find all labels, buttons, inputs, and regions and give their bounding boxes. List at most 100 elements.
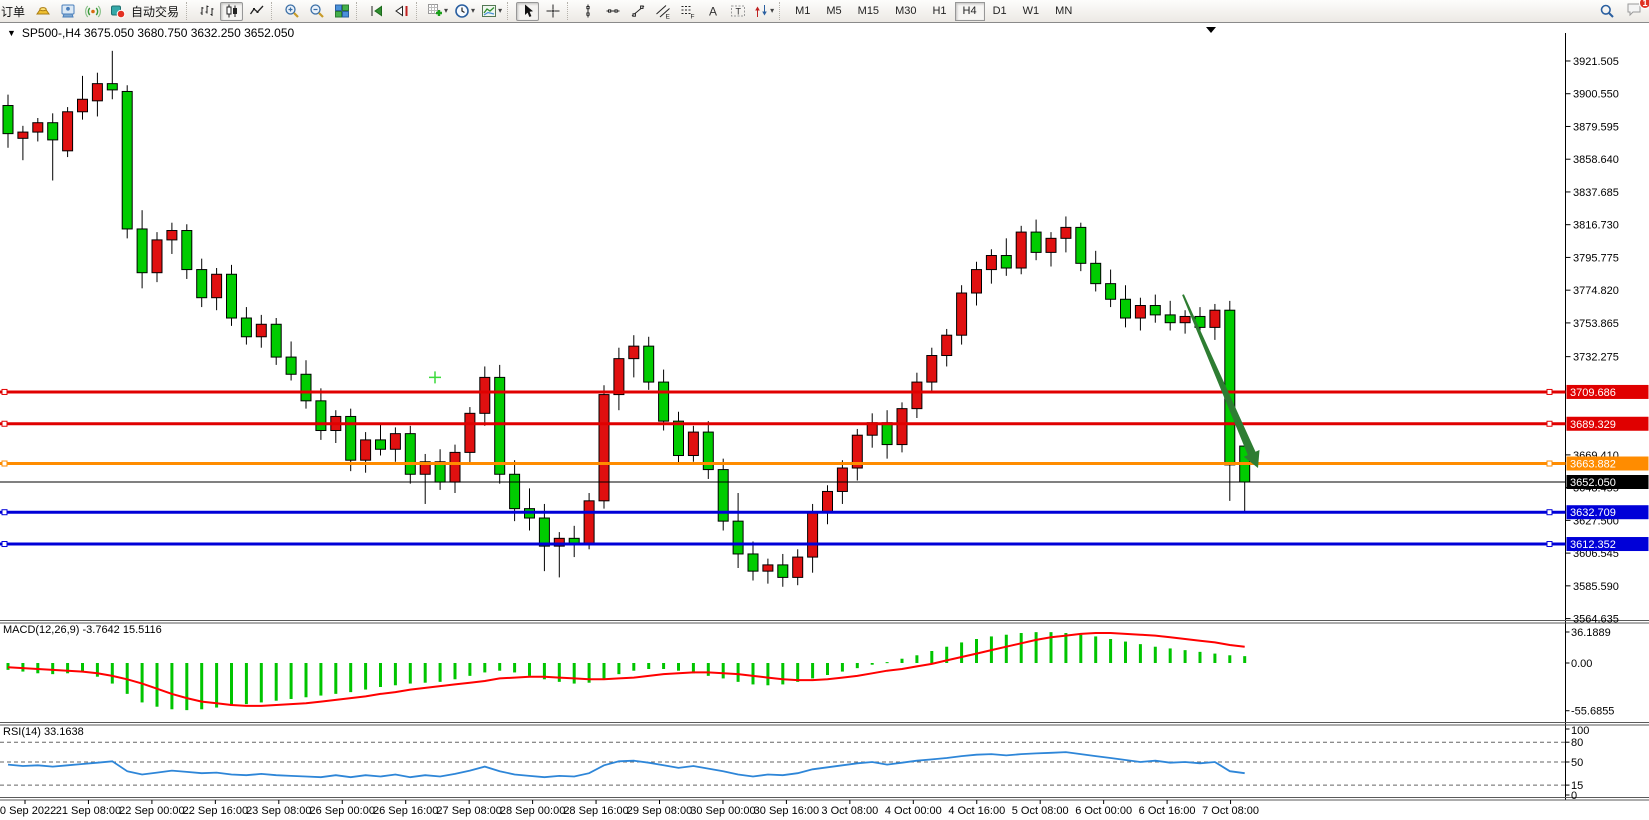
candle bbox=[793, 557, 803, 577]
zoom-out-icon[interactable] bbox=[305, 2, 328, 21]
candle bbox=[361, 440, 371, 460]
order-button[interactable]: 订单 bbox=[1, 3, 25, 20]
templates-icon[interactable]: ▾ bbox=[479, 2, 504, 21]
line-handle[interactable] bbox=[2, 389, 7, 394]
candle bbox=[972, 270, 982, 293]
line-handle[interactable] bbox=[1547, 510, 1552, 515]
timeframe-h4-button[interactable]: H4 bbox=[955, 2, 985, 21]
terminal-icon[interactable] bbox=[56, 2, 79, 21]
text-label-icon[interactable]: T bbox=[726, 2, 749, 21]
tile-windows-icon[interactable] bbox=[330, 2, 353, 21]
candle bbox=[450, 452, 460, 482]
search-icon[interactable] bbox=[1595, 1, 1618, 20]
timeframe-m30-button[interactable]: M30 bbox=[887, 2, 924, 21]
line-handle[interactable] bbox=[1547, 542, 1552, 547]
candles-layer bbox=[3, 51, 1250, 587]
price-level-badge-label: 3689.329 bbox=[1570, 419, 1616, 431]
time-axis-label: 6 Oct 00:00 bbox=[1075, 805, 1132, 817]
macd-values: -3.7642 15.5116 bbox=[82, 624, 161, 636]
timeframe-m5-button[interactable]: M5 bbox=[818, 2, 849, 21]
toolbar-separator bbox=[507, 2, 513, 20]
new-order-icon[interactable] bbox=[31, 2, 54, 21]
macd-histogram-bar bbox=[1124, 642, 1127, 663]
candle bbox=[92, 84, 102, 101]
periods-icon[interactable]: ▾ bbox=[452, 2, 477, 21]
chart-window-title[interactable]: ▼ SP500-,H4 3675.050 3680.750 3632.250 3… bbox=[7, 26, 294, 40]
candle bbox=[599, 395, 609, 501]
candle bbox=[659, 382, 669, 421]
autotrading-button[interactable]: 自动交易 bbox=[131, 3, 179, 20]
candle bbox=[271, 324, 281, 357]
timeframe-w1-button[interactable]: W1 bbox=[1015, 2, 1048, 21]
signal-icon[interactable] bbox=[81, 2, 104, 21]
cursor-icon[interactable] bbox=[516, 2, 539, 21]
macd-histogram-bar bbox=[230, 663, 233, 706]
equidistant-channel-icon[interactable]: E bbox=[651, 2, 674, 21]
candlestick-chart-icon[interactable] bbox=[220, 2, 243, 21]
macd-histogram-bar bbox=[632, 663, 635, 671]
bar-chart-icon[interactable] bbox=[195, 2, 218, 21]
add-indicator-icon[interactable]: ▾ bbox=[425, 2, 450, 21]
line-handle[interactable] bbox=[2, 542, 7, 547]
timeframe-m1-button[interactable]: M1 bbox=[787, 2, 818, 21]
macd-histogram-bar bbox=[245, 663, 248, 704]
timeframe-d1-button[interactable]: D1 bbox=[985, 2, 1015, 21]
macd-histogram-bar bbox=[51, 663, 54, 674]
macd-histogram-bar bbox=[1079, 635, 1082, 663]
dropdown-caret-icon[interactable]: ▾ bbox=[498, 7, 502, 15]
candle bbox=[212, 274, 222, 297]
text-icon[interactable]: A bbox=[701, 2, 724, 21]
macd-histogram-bar bbox=[856, 663, 859, 668]
candle bbox=[167, 231, 177, 240]
macd-histogram-bar bbox=[647, 663, 650, 669]
macd-histogram-bar bbox=[1213, 654, 1216, 663]
macd-histogram-bar bbox=[1094, 636, 1097, 663]
cross-marker[interactable] bbox=[429, 371, 441, 383]
trendline-icon[interactable] bbox=[626, 2, 649, 21]
fibonacci-icon[interactable]: F bbox=[676, 2, 699, 21]
chart-dropdown-icon[interactable]: ▼ bbox=[7, 28, 16, 38]
line-handle[interactable] bbox=[1547, 389, 1552, 394]
zoom-in-icon[interactable] bbox=[280, 2, 303, 21]
candle bbox=[286, 357, 296, 374]
candle bbox=[480, 377, 490, 413]
candle bbox=[778, 565, 788, 578]
svg-text:A: A bbox=[709, 5, 717, 19]
candle bbox=[390, 434, 400, 450]
vertical-line-icon[interactable] bbox=[576, 2, 599, 21]
horizontal-line-icon[interactable] bbox=[601, 2, 624, 21]
candle bbox=[182, 231, 192, 270]
price-tick-label: 3858.640 bbox=[1573, 154, 1619, 166]
macd-histogram-bar bbox=[841, 663, 844, 672]
candle bbox=[823, 491, 833, 511]
line-handle[interactable] bbox=[2, 461, 7, 466]
time-axis-label: 28 Sep 16:00 bbox=[563, 805, 628, 817]
candle bbox=[1076, 227, 1086, 263]
candle bbox=[1121, 299, 1131, 318]
timeframe-mn-button[interactable]: MN bbox=[1047, 2, 1080, 21]
candle bbox=[122, 91, 132, 229]
arrows-tool-icon[interactable]: ▾ bbox=[751, 2, 776, 21]
chart-shift-icon[interactable] bbox=[390, 2, 413, 21]
timeframe-m15-button[interactable]: M15 bbox=[850, 2, 887, 21]
line-handle[interactable] bbox=[1547, 421, 1552, 426]
dropdown-caret-icon[interactable]: ▾ bbox=[471, 7, 475, 15]
line-handle[interactable] bbox=[2, 421, 7, 426]
candle bbox=[584, 501, 594, 543]
line-handle[interactable] bbox=[2, 510, 7, 515]
timeframe-h1-button[interactable]: H1 bbox=[924, 2, 954, 21]
candle bbox=[957, 293, 967, 335]
dropdown-caret-icon[interactable]: ▾ bbox=[444, 7, 448, 15]
dropdown-caret-icon[interactable]: ▾ bbox=[770, 7, 774, 15]
candle bbox=[912, 382, 922, 409]
macd-histogram-bar bbox=[96, 663, 99, 677]
trend-arrow-annotation[interactable] bbox=[1182, 294, 1259, 468]
macd-histogram-bar bbox=[737, 663, 740, 682]
crosshair-icon[interactable] bbox=[541, 2, 564, 21]
line-handle[interactable] bbox=[1547, 461, 1552, 466]
auto-scroll-icon[interactable] bbox=[365, 2, 388, 21]
line-chart-icon[interactable] bbox=[245, 2, 268, 21]
autotrading-icon[interactable] bbox=[106, 2, 129, 21]
macd-histogram-bar bbox=[617, 663, 620, 674]
chart-shift-marker-icon[interactable] bbox=[1206, 27, 1216, 33]
